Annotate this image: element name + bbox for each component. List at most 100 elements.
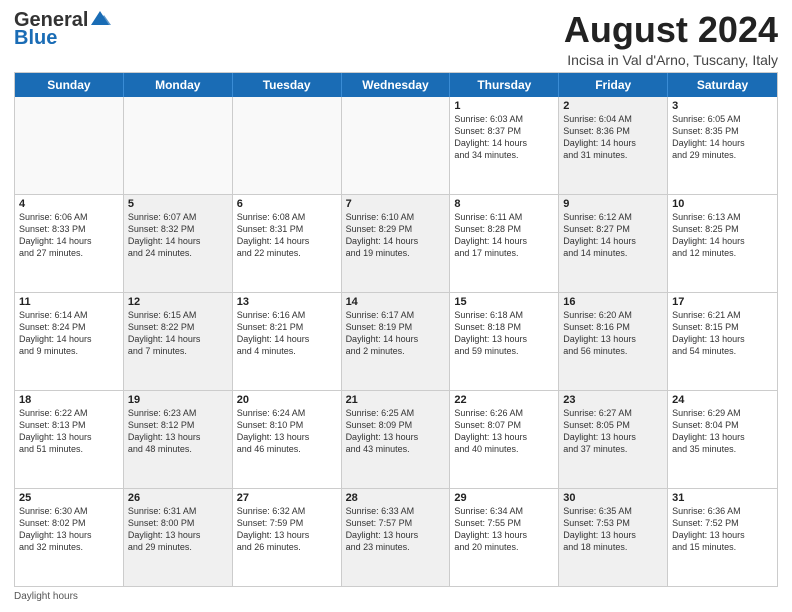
day-number: 20	[237, 394, 337, 406]
cell-info: Sunrise: 6:31 AM Sunset: 8:00 PM Dayligh…	[128, 505, 228, 554]
cal-cell-5-5: 29Sunrise: 6:34 AM Sunset: 7:55 PM Dayli…	[450, 489, 559, 586]
day-number: 27	[237, 492, 337, 504]
cell-info: Sunrise: 6:07 AM Sunset: 8:32 PM Dayligh…	[128, 211, 228, 260]
header-sunday: Sunday	[15, 73, 124, 97]
cell-info: Sunrise: 6:27 AM Sunset: 8:05 PM Dayligh…	[563, 407, 663, 456]
cell-info: Sunrise: 6:04 AM Sunset: 8:36 PM Dayligh…	[563, 113, 663, 162]
cell-info: Sunrise: 6:22 AM Sunset: 8:13 PM Dayligh…	[19, 407, 119, 456]
cal-row-3: 11Sunrise: 6:14 AM Sunset: 8:24 PM Dayli…	[15, 293, 777, 391]
logo: General Blue	[14, 10, 111, 48]
cell-info: Sunrise: 6:14 AM Sunset: 8:24 PM Dayligh…	[19, 309, 119, 358]
day-number: 12	[128, 296, 228, 308]
day-number: 9	[563, 198, 663, 210]
cal-cell-1-1	[15, 97, 124, 194]
header-thursday: Thursday	[450, 73, 559, 97]
header-friday: Friday	[559, 73, 668, 97]
cell-info: Sunrise: 6:17 AM Sunset: 8:19 PM Dayligh…	[346, 309, 446, 358]
day-number: 15	[454, 296, 554, 308]
day-number: 24	[672, 394, 773, 406]
day-number: 17	[672, 296, 773, 308]
cal-cell-5-6: 30Sunrise: 6:35 AM Sunset: 7:53 PM Dayli…	[559, 489, 668, 586]
cal-cell-1-6: 2Sunrise: 6:04 AM Sunset: 8:36 PM Daylig…	[559, 97, 668, 194]
day-number: 13	[237, 296, 337, 308]
header-wednesday: Wednesday	[342, 73, 451, 97]
day-number: 5	[128, 198, 228, 210]
cal-cell-2-7: 10Sunrise: 6:13 AM Sunset: 8:25 PM Dayli…	[668, 195, 777, 292]
cal-cell-3-1: 11Sunrise: 6:14 AM Sunset: 8:24 PM Dayli…	[15, 293, 124, 390]
day-number: 7	[346, 198, 446, 210]
cell-info: Sunrise: 6:11 AM Sunset: 8:28 PM Dayligh…	[454, 211, 554, 260]
calendar-header: Sunday Monday Tuesday Wednesday Thursday…	[15, 73, 777, 97]
footer-note: Daylight hours	[14, 591, 778, 602]
day-number: 14	[346, 296, 446, 308]
cal-cell-2-1: 4Sunrise: 6:06 AM Sunset: 8:33 PM Daylig…	[15, 195, 124, 292]
cell-info: Sunrise: 6:35 AM Sunset: 7:53 PM Dayligh…	[563, 505, 663, 554]
page: General Blue August 2024 Incisa in Val d…	[0, 0, 792, 612]
cal-row-2: 4Sunrise: 6:06 AM Sunset: 8:33 PM Daylig…	[15, 195, 777, 293]
cal-row-4: 18Sunrise: 6:22 AM Sunset: 8:13 PM Dayli…	[15, 391, 777, 489]
logo-icon	[89, 9, 111, 27]
header-tuesday: Tuesday	[233, 73, 342, 97]
cell-info: Sunrise: 6:03 AM Sunset: 8:37 PM Dayligh…	[454, 113, 554, 162]
cal-cell-2-2: 5Sunrise: 6:07 AM Sunset: 8:32 PM Daylig…	[124, 195, 233, 292]
cell-info: Sunrise: 6:25 AM Sunset: 8:09 PM Dayligh…	[346, 407, 446, 456]
cal-cell-2-6: 9Sunrise: 6:12 AM Sunset: 8:27 PM Daylig…	[559, 195, 668, 292]
cal-cell-1-5: 1Sunrise: 6:03 AM Sunset: 8:37 PM Daylig…	[450, 97, 559, 194]
cal-cell-5-3: 27Sunrise: 6:32 AM Sunset: 7:59 PM Dayli…	[233, 489, 342, 586]
day-number: 11	[19, 296, 119, 308]
cell-info: Sunrise: 6:36 AM Sunset: 7:52 PM Dayligh…	[672, 505, 773, 554]
header-monday: Monday	[124, 73, 233, 97]
cal-cell-4-6: 23Sunrise: 6:27 AM Sunset: 8:05 PM Dayli…	[559, 391, 668, 488]
day-number: 28	[346, 492, 446, 504]
cal-row-5: 25Sunrise: 6:30 AM Sunset: 8:02 PM Dayli…	[15, 489, 777, 586]
cal-cell-1-7: 3Sunrise: 6:05 AM Sunset: 8:35 PM Daylig…	[668, 97, 777, 194]
cal-cell-3-2: 12Sunrise: 6:15 AM Sunset: 8:22 PM Dayli…	[124, 293, 233, 390]
day-number: 10	[672, 198, 773, 210]
cell-info: Sunrise: 6:05 AM Sunset: 8:35 PM Dayligh…	[672, 113, 773, 162]
cal-cell-3-6: 16Sunrise: 6:20 AM Sunset: 8:16 PM Dayli…	[559, 293, 668, 390]
day-number: 30	[563, 492, 663, 504]
day-number: 23	[563, 394, 663, 406]
cal-cell-4-5: 22Sunrise: 6:26 AM Sunset: 8:07 PM Dayli…	[450, 391, 559, 488]
cell-info: Sunrise: 6:18 AM Sunset: 8:18 PM Dayligh…	[454, 309, 554, 358]
cell-info: Sunrise: 6:08 AM Sunset: 8:31 PM Dayligh…	[237, 211, 337, 260]
cal-cell-3-5: 15Sunrise: 6:18 AM Sunset: 8:18 PM Dayli…	[450, 293, 559, 390]
cell-info: Sunrise: 6:34 AM Sunset: 7:55 PM Dayligh…	[454, 505, 554, 554]
day-number: 25	[19, 492, 119, 504]
day-number: 31	[672, 492, 773, 504]
header: General Blue August 2024 Incisa in Val d…	[14, 10, 778, 68]
cal-cell-3-7: 17Sunrise: 6:21 AM Sunset: 8:15 PM Dayli…	[668, 293, 777, 390]
cell-info: Sunrise: 6:30 AM Sunset: 8:02 PM Dayligh…	[19, 505, 119, 554]
cal-cell-1-3	[233, 97, 342, 194]
cell-info: Sunrise: 6:21 AM Sunset: 8:15 PM Dayligh…	[672, 309, 773, 358]
calendar-body: 1Sunrise: 6:03 AM Sunset: 8:37 PM Daylig…	[15, 97, 777, 586]
cal-cell-1-2	[124, 97, 233, 194]
cell-info: Sunrise: 6:20 AM Sunset: 8:16 PM Dayligh…	[563, 309, 663, 358]
cell-info: Sunrise: 6:26 AM Sunset: 8:07 PM Dayligh…	[454, 407, 554, 456]
cell-info: Sunrise: 6:23 AM Sunset: 8:12 PM Dayligh…	[128, 407, 228, 456]
cell-info: Sunrise: 6:13 AM Sunset: 8:25 PM Dayligh…	[672, 211, 773, 260]
cal-cell-5-7: 31Sunrise: 6:36 AM Sunset: 7:52 PM Dayli…	[668, 489, 777, 586]
month-title: August 2024	[564, 10, 778, 50]
day-number: 19	[128, 394, 228, 406]
cell-info: Sunrise: 6:10 AM Sunset: 8:29 PM Dayligh…	[346, 211, 446, 260]
cal-cell-5-2: 26Sunrise: 6:31 AM Sunset: 8:00 PM Dayli…	[124, 489, 233, 586]
cell-info: Sunrise: 6:12 AM Sunset: 8:27 PM Dayligh…	[563, 211, 663, 260]
cal-cell-4-4: 21Sunrise: 6:25 AM Sunset: 8:09 PM Dayli…	[342, 391, 451, 488]
day-number: 3	[672, 100, 773, 112]
day-number: 29	[454, 492, 554, 504]
cal-cell-4-7: 24Sunrise: 6:29 AM Sunset: 8:04 PM Dayli…	[668, 391, 777, 488]
day-number: 4	[19, 198, 119, 210]
day-number: 22	[454, 394, 554, 406]
day-number: 16	[563, 296, 663, 308]
cal-row-1: 1Sunrise: 6:03 AM Sunset: 8:37 PM Daylig…	[15, 97, 777, 195]
cal-cell-3-4: 14Sunrise: 6:17 AM Sunset: 8:19 PM Dayli…	[342, 293, 451, 390]
cell-info: Sunrise: 6:29 AM Sunset: 8:04 PM Dayligh…	[672, 407, 773, 456]
cal-cell-2-5: 8Sunrise: 6:11 AM Sunset: 8:28 PM Daylig…	[450, 195, 559, 292]
day-number: 1	[454, 100, 554, 112]
location-title: Incisa in Val d'Arno, Tuscany, Italy	[564, 52, 778, 68]
cal-cell-5-1: 25Sunrise: 6:30 AM Sunset: 8:02 PM Dayli…	[15, 489, 124, 586]
logo-blue: Blue	[14, 28, 57, 48]
cal-cell-2-4: 7Sunrise: 6:10 AM Sunset: 8:29 PM Daylig…	[342, 195, 451, 292]
cell-info: Sunrise: 6:15 AM Sunset: 8:22 PM Dayligh…	[128, 309, 228, 358]
